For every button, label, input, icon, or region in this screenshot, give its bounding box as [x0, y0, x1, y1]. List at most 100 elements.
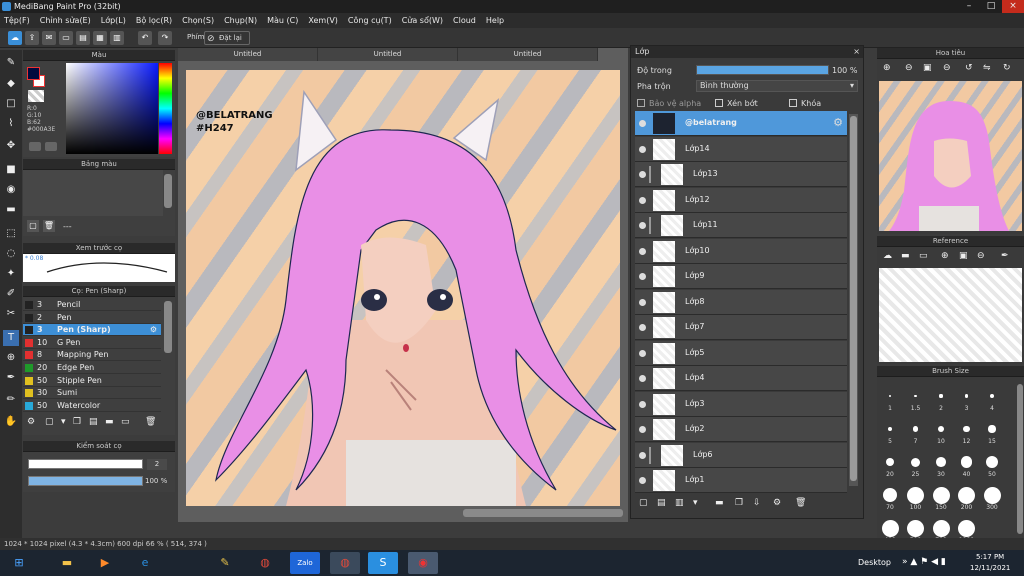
color-settings-button[interactable] — [45, 142, 57, 151]
brush-menu-icon[interactable]: ▾ — [61, 417, 66, 427]
delete-palette-icon[interactable]: 🗑 — [43, 220, 55, 232]
layer-item[interactable]: Lớp13 — [635, 162, 847, 187]
ie-icon[interactable]: e — [130, 552, 160, 574]
brush-tool-icon[interactable]: ✎ — [3, 55, 19, 71]
medibang-icon[interactable]: ◉ — [408, 552, 438, 574]
menu-item[interactable]: Cửa sổ(W) — [402, 16, 443, 25]
brush-size-dot[interactable] — [882, 487, 898, 503]
brush-opacity-slider[interactable] — [28, 476, 143, 486]
paint-icon[interactable]: ✎ — [210, 552, 240, 574]
eyedropper-tool-icon[interactable]: ✒ — [3, 370, 19, 386]
color-mode-button[interactable] — [29, 142, 41, 151]
new-8bit-layer-icon[interactable]: ▥ — [675, 498, 684, 508]
brush-size-dot[interactable] — [960, 456, 973, 468]
visibility-icon[interactable] — [639, 477, 646, 484]
brush-size-dot[interactable] — [988, 425, 996, 433]
color-sv-picker[interactable] — [66, 63, 158, 154]
redo-icon[interactable]: ↷ — [158, 31, 172, 45]
main-color-swatch[interactable] — [27, 67, 40, 80]
brush-item[interactable]: 2 Pen — [23, 312, 161, 324]
gear-icon[interactable]: ⚙ — [150, 324, 157, 336]
merge-layer-icon[interactable]: ⇩ — [753, 498, 761, 508]
menu-item[interactable]: Bộ lọc(R) — [136, 16, 172, 25]
menu-item[interactable]: Tệp(F) — [4, 16, 30, 25]
document-tab[interactable]: Untitled — [178, 48, 318, 61]
layout-icon[interactable]: ▥ — [110, 31, 124, 45]
layer-item[interactable]: Lớp6 — [635, 442, 847, 468]
canvas-h-scrollbar[interactable] — [463, 509, 623, 517]
brush-size-dot[interactable] — [911, 457, 920, 467]
brush-size-scrollbar[interactable] — [1017, 384, 1023, 534]
layer-item[interactable]: Lớp12 — [635, 187, 847, 213]
lasso-select-icon[interactable]: ◌ — [3, 246, 19, 262]
cloud-icon[interactable]: ☁ — [8, 31, 22, 45]
brush-size-dot[interactable] — [989, 393, 995, 399]
layer-item[interactable]: Lớp1 — [635, 468, 847, 493]
layer-item[interactable]: @belatrang ⚙ — [635, 111, 847, 136]
brush-list-scrollbar[interactable] — [164, 301, 172, 353]
layer-item[interactable]: Lớp4 — [635, 366, 847, 391]
brush-settings-icon[interactable]: ⚙ — [27, 417, 35, 427]
brush-delete-icon[interactable]: 🗑 — [145, 417, 156, 427]
new-palette-icon[interactable]: ▢ — [27, 220, 39, 232]
chrome-icon[interactable]: ◍ — [250, 552, 280, 574]
brush-item[interactable]: 30 Sumi — [23, 387, 161, 400]
brush-item[interactable]: 3 Pencil — [23, 299, 161, 311]
move-tool-icon[interactable]: ✥ — [3, 138, 19, 154]
shape-tool-icon[interactable]: □ — [3, 96, 19, 112]
fit-icon[interactable]: ▣ — [923, 63, 932, 73]
cloud-icon[interactable]: ☁ — [883, 251, 892, 261]
close-button[interactable]: × — [1002, 0, 1024, 13]
visibility-icon[interactable] — [639, 375, 646, 382]
folder-icon[interactable]: ▬ — [52, 552, 82, 574]
brush-size-dot[interactable] — [932, 519, 950, 537]
rotate-left-icon[interactable]: ↺ — [965, 63, 973, 73]
brush-item[interactable]: 50 Watercolor — [23, 400, 161, 412]
protect-alpha-checkbox[interactable] — [637, 99, 645, 107]
flip-icon[interactable]: ⇋ — [983, 63, 991, 73]
add-brush-icon[interactable]: ▢ — [45, 417, 54, 427]
maximize-button[interactable]: □ — [980, 0, 1002, 13]
menu-item[interactable]: Help — [486, 16, 504, 25]
undo-icon[interactable]: ↶ — [138, 31, 152, 45]
brush-size-dot[interactable] — [958, 486, 975, 504]
lock-checkbox[interactable] — [789, 99, 797, 107]
visibility-icon[interactable] — [639, 451, 646, 459]
upload-icon[interactable]: ⇪ — [25, 31, 39, 45]
chrome-icon[interactable]: ◍ — [330, 552, 360, 574]
hand-tool-icon[interactable]: ✋ — [3, 414, 19, 430]
layer-menu-icon[interactable]: ▾ — [693, 498, 698, 508]
brush-item[interactable]: 8 Mapping Pen — [23, 349, 161, 362]
zoom-out-icon[interactable]: ⊖ — [905, 63, 913, 73]
comment-icon[interactable]: ✉ — [42, 31, 56, 45]
layer-item[interactable]: Lớp10 — [635, 238, 847, 264]
select-pen-icon[interactable]: ✐ — [3, 286, 19, 302]
brush-file-icon[interactable]: ▤ — [89, 417, 98, 427]
bucket-tool-icon[interactable]: ◉ — [3, 182, 19, 198]
menu-item[interactable]: Màu (C) — [267, 16, 298, 25]
drawing-canvas[interactable]: @BELATRANG #H247 — [186, 70, 620, 506]
brush-size-dot[interactable] — [881, 519, 899, 537]
palette-scrollbar[interactable] — [164, 174, 172, 208]
new-layer-icon[interactable]: ▢ — [639, 498, 648, 508]
folder-icon[interactable]: ▬ — [715, 498, 724, 508]
brush-folder-icon[interactable]: ▬ — [105, 417, 114, 427]
brush-size-dot[interactable] — [907, 519, 924, 537]
zalo-icon[interactable]: Zalo — [290, 552, 320, 574]
eyedropper-icon[interactable]: ✒ — [1001, 251, 1009, 261]
visibility-icon[interactable] — [639, 120, 646, 127]
fill-rect-tool-icon[interactable]: ■ — [3, 162, 19, 178]
delete-layer-icon[interactable]: 🗑 — [795, 498, 806, 508]
brush-size-slider[interactable] — [28, 459, 143, 469]
document-tab[interactable]: Untitled — [318, 48, 458, 61]
brush-size-dot[interactable] — [964, 394, 969, 398]
text-tool-icon[interactable]: T — [3, 330, 19, 346]
magic-wand-icon[interactable]: ✦ — [3, 266, 19, 282]
layer-settings-icon[interactable]: ⚙ — [773, 498, 781, 508]
desktop-toolbar[interactable]: Desktop — [858, 558, 891, 567]
brush-size-dot[interactable] — [907, 486, 924, 504]
brush-item[interactable]: 50 Stipple Pen — [23, 375, 161, 387]
minimize-button[interactable]: – — [958, 0, 980, 13]
brush-size-dot[interactable] — [963, 425, 970, 433]
brush-import-icon[interactable]: ▭ — [121, 417, 130, 427]
